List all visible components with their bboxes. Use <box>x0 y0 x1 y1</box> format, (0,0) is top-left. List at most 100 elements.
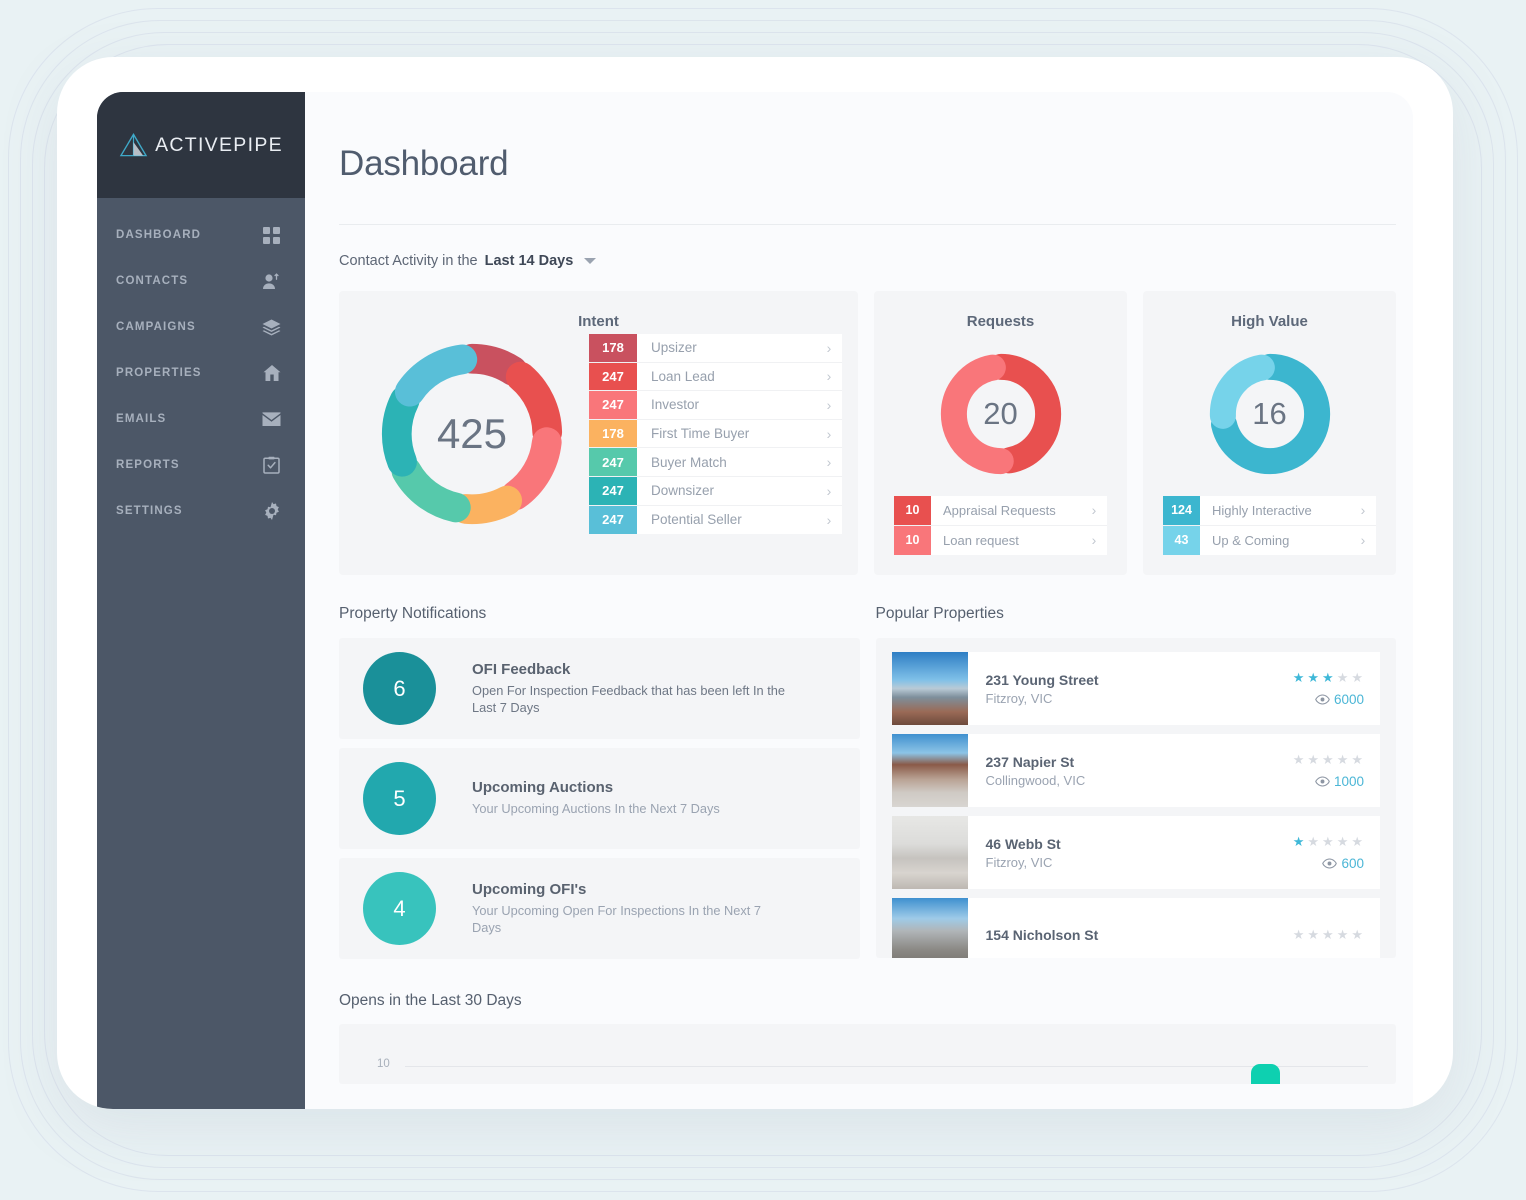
legend-row[interactable]: 10 Appraisal Requests › <box>894 496 1107 526</box>
view-count: 6000 <box>1315 692 1364 707</box>
legend-row[interactable]: 178 First Time Buyer › <box>589 419 842 449</box>
sidebar-item-label: DASHBOARD <box>116 229 202 241</box>
chevron-right-icon[interactable]: › <box>816 448 842 476</box>
star-icon: ★ <box>1292 926 1306 942</box>
notification-title: Upcoming Auctions <box>472 779 614 797</box>
legend-row[interactable]: 247 Potential Seller › <box>589 505 842 535</box>
property-rating[interactable]: ★ ★ ★ ★ ★ <box>1293 752 1364 768</box>
page-title: Dashboard <box>339 144 509 183</box>
chevron-right-icon[interactable]: › <box>816 506 842 535</box>
sidebar-item-campaigns[interactable]: CAMPAIGNS <box>97 304 305 350</box>
sidebar: ACTIVEPIPE DASHBOARD CONTACTS CAMPAIGNS … <box>97 92 305 1109</box>
sidebar-item-label: EMAILS <box>116 413 167 425</box>
chevron-right-icon[interactable]: › <box>816 477 842 505</box>
star-icon: ★ <box>1292 670 1306 685</box>
brand-name: ACTIVEPIPE <box>155 133 283 156</box>
chevron-right-icon[interactable]: › <box>1081 496 1107 525</box>
sidebar-item-label: CONTACTS <box>116 275 189 287</box>
requests-legend: 10 Appraisal Requests › 10 Loan request › <box>894 496 1107 555</box>
legend-count: 247 <box>589 391 637 419</box>
property-location: Fitzroy, VIC <box>985 854 1053 870</box>
sidebar-nav: DASHBOARD CONTACTS CAMPAIGNS PROPERTIES … <box>97 198 305 534</box>
star-icon: ★ <box>1322 670 1335 685</box>
legend-row[interactable]: 10 Loan request › <box>894 525 1107 556</box>
opens-chart-bar[interactable] <box>1251 1064 1280 1084</box>
sidebar-item-contacts[interactable]: CONTACTS <box>97 258 305 304</box>
legend-row[interactable]: 247 Downsizer › <box>589 476 842 506</box>
property-thumbnail <box>891 652 968 725</box>
chevron-right-icon[interactable]: › <box>816 420 842 448</box>
chevron-right-icon[interactable]: › <box>816 363 842 391</box>
property-rating[interactable]: ★ ★ ★ ★ ★ <box>1293 927 1364 943</box>
property-notifications-column: Property Notifications 6 OFI Feedback Open… <box>339 605 860 968</box>
popular-properties-column: Popular Properties 231 Young Street Fitzr… <box>875 605 1396 968</box>
popular-properties-list: 231 Young Street Fitzroy, VIC ★ ★ ★ ★ ★ 6000 237… <box>875 638 1396 958</box>
property-rating[interactable]: ★ ★ ★ ★ ★ <box>1293 834 1364 850</box>
property-row[interactable]: 237 Napier St Collingwood, VIC ★ ★ ★ ★ ★ 1000 <box>891 734 1380 807</box>
chevron-right-icon[interactable]: › <box>1350 526 1376 556</box>
filter-prefix-label: Contact Activity in the <box>339 253 478 269</box>
legend-row[interactable]: 247 Investor › <box>589 391 842 420</box>
chevron-down-icon[interactable] <box>584 258 597 264</box>
legend-label: First Time Buyer <box>651 426 750 442</box>
star-icon: ★ <box>1336 752 1350 767</box>
chevron-right-icon[interactable]: › <box>816 391 842 419</box>
title-divider <box>339 224 1396 225</box>
notification-item[interactable]: 5 Upcoming Auctions Your Upcoming Auctions… <box>339 748 860 849</box>
brand-logo[interactable]: ACTIVEPIPE <box>97 92 305 198</box>
property-name: 231 Young Street <box>985 671 1099 688</box>
sidebar-item-reports[interactable]: REPORTS <box>97 442 305 488</box>
gear-icon <box>262 502 281 521</box>
chevron-right-icon[interactable]: › <box>1350 496 1376 525</box>
legend-row[interactable]: 247 Loan Lead › <box>589 362 842 392</box>
sidebar-item-settings[interactable]: SETTINGS <box>97 488 305 534</box>
chevron-right-icon[interactable]: › <box>816 334 842 362</box>
property-location: Fitzroy, VIC <box>985 690 1053 706</box>
star-icon: ★ <box>1292 834 1306 849</box>
view-count: 1000 <box>1315 774 1364 789</box>
legend-row[interactable]: 178 Upsizer › <box>589 334 842 363</box>
legend-label: Buyer Match <box>651 454 727 470</box>
legend-count: 247 <box>589 476 637 505</box>
house-icon <box>262 364 281 383</box>
legend-count: 178 <box>589 334 637 362</box>
eye-icon <box>1315 694 1330 705</box>
notification-subtitle: Your Upcoming Open For Inspections In th… <box>472 902 762 935</box>
sidebar-item-emails[interactable]: EMAILS <box>97 396 305 442</box>
opens-chart-gridline <box>405 1066 1368 1067</box>
legend-label: Investor <box>651 397 700 413</box>
grid-icon <box>262 226 281 245</box>
view-count: 600 <box>1322 856 1364 871</box>
contact-activity-filter[interactable]: Contact Activity in the Last 14 Days <box>339 253 1413 269</box>
notification-item[interactable]: 4 Upcoming OFI's Your Upcoming Open For In… <box>339 858 860 959</box>
sidebar-item-dashboard[interactable]: DASHBOARD <box>97 212 305 258</box>
property-notifications-list: 6 OFI Feedback Open For Inspection Feedbac… <box>339 638 860 959</box>
property-row[interactable]: 231 Young Street Fitzroy, VIC ★ ★ ★ ★ ★ 6000 <box>891 652 1380 725</box>
property-rating[interactable]: ★ ★ ★ ★ ★ <box>1293 670 1364 686</box>
legend-label: Potential Seller <box>651 512 742 528</box>
star-icon: ★ <box>1307 752 1321 767</box>
notification-item[interactable]: 6 OFI Feedback Open For Inspection Feedbac… <box>339 638 860 739</box>
requests-card-title: Requests <box>966 313 1035 330</box>
intent-donut-chart: 425 <box>355 335 589 533</box>
legend-count: 10 <box>894 525 931 555</box>
chevron-right-icon[interactable]: › <box>1081 526 1107 556</box>
legend-row[interactable]: 124 Highly Interactive › <box>1163 496 1376 526</box>
sidebar-item-properties[interactable]: PROPERTIES <box>97 350 305 396</box>
notification-count-badge: 6 <box>363 652 436 725</box>
star-icon: ★ <box>1322 926 1335 942</box>
clipboard-check-icon <box>262 456 281 475</box>
property-row[interactable]: 154 Nicholson St ★ ★ ★ ★ ★ <box>891 898 1380 958</box>
legend-row[interactable]: 43 Up & Coming › <box>1163 525 1376 556</box>
eye-icon <box>1315 776 1330 787</box>
legend-row[interactable]: 247 Buyer Match › <box>589 448 842 477</box>
star-icon: ★ <box>1307 926 1321 942</box>
star-icon: ★ <box>1292 752 1306 767</box>
intent-card-title: Intent <box>578 313 619 330</box>
star-icon: ★ <box>1351 670 1364 685</box>
intent-card: Intent 425 178 Upsizer › 247 Loan Lead ›… <box>339 291 858 575</box>
property-row[interactable]: 46 Webb St Fitzroy, VIC ★ ★ ★ ★ ★ 600 <box>891 816 1380 889</box>
envelope-icon <box>262 410 281 429</box>
star-icon: ★ <box>1351 834 1364 849</box>
notification-count-badge: 4 <box>363 872 436 945</box>
